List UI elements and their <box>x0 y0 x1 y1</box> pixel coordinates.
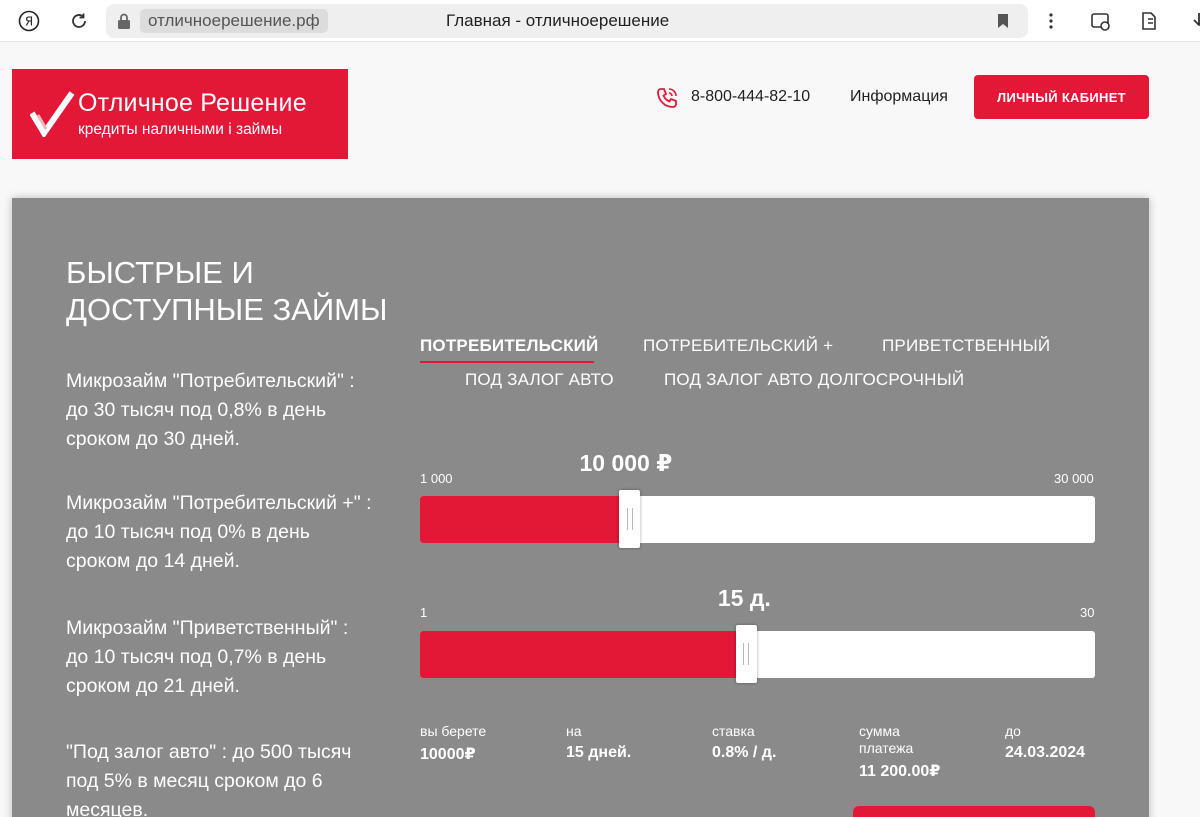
grip-icon <box>743 643 750 665</box>
summary-amount-value: 10000₽ <box>420 746 476 763</box>
address-host[interactable]: отличноерешение.рф <box>140 9 328 33</box>
download-icon[interactable] <box>1186 8 1200 34</box>
promo-line: до 10 тысяч под 0,7% в день <box>66 646 327 668</box>
info-link[interactable]: Информация <box>850 88 948 106</box>
site-logo[interactable]: Отличное Решение кредиты наличными і зай… <box>12 69 348 159</box>
term-slider-fill <box>420 631 746 678</box>
yandex-icon[interactable]: Я <box>16 8 42 34</box>
summary-payment-value: 11 200.00₽ <box>859 763 941 780</box>
summary-term-value: 15 дней. <box>566 744 632 761</box>
lock-icon <box>118 13 130 29</box>
menu-dots-icon[interactable] <box>1038 8 1064 34</box>
term-max-label: 30 <box>1080 605 1095 620</box>
promo-line: сроком до 21 дней. <box>66 675 240 697</box>
tab-consumer-plus[interactable]: ПОТРЕБИТЕЛЬСКИЙ + <box>643 336 833 356</box>
promo-item: Микрозайм "Потребительский" : до 30 тыся… <box>66 367 396 454</box>
term-slider-track[interactable] <box>420 631 1095 678</box>
cabinet-button[interactable]: ЛИЧНЫЙ КАБИНЕТ <box>974 75 1149 119</box>
promo-line: под 5% в месяц сроком до 6 <box>66 770 323 792</box>
reload-icon[interactable] <box>66 8 92 34</box>
term-min-label: 1 <box>420 605 428 620</box>
promo-item: "Под залог авто" : до 500 тысяч под 5% в… <box>66 738 396 817</box>
amount-slider-fill <box>420 496 630 543</box>
logo-name: Отличное Решение <box>78 89 307 117</box>
promo-item: Микрозайм "Потребительский +" : до 10 ты… <box>66 489 396 576</box>
browser-toolbar: Я отличноерешение.рф Главная - отличноер… <box>0 0 1200 42</box>
amount-slider-handle[interactable] <box>619 490 641 548</box>
reader-icon[interactable] <box>1137 8 1163 34</box>
svg-text:Я: Я <box>25 15 33 29</box>
amount-value: 10 000 ₽ <box>579 450 673 476</box>
amount-max-label: 30 000 <box>1054 471 1094 486</box>
apply-button[interactable] <box>853 806 1095 817</box>
tab-consumer[interactable]: ПОТРЕБИТЕЛЬСКИЙ <box>420 336 598 356</box>
promo-line: до 10 тысяч под 0% в день <box>66 521 310 543</box>
promo-line: Микрозайм "Приветственный" : <box>66 617 349 639</box>
promo-line: сроком до 14 дней. <box>66 550 240 572</box>
active-tab-underline <box>420 361 594 363</box>
tab-car-pledge[interactable]: ПОД ЗАЛОГ АВТО <box>465 370 614 390</box>
summary-due-value: 24.03.2024 <box>1005 744 1086 761</box>
grip-icon <box>626 508 633 530</box>
tab-welcome[interactable]: ПРИВЕТСТВЕННЫЙ <box>882 336 1050 356</box>
page-tab-title: Главная - отличноерешение <box>446 11 670 30</box>
promo-line: до 30 тысяч под 0,8% в день <box>66 399 327 421</box>
promo-line: Микрозайм "Потребительский" : <box>66 370 355 392</box>
promo-item: Микрозайм "Приветственный" : до 10 тысяч… <box>66 614 396 701</box>
checkmark-logo-icon <box>30 91 75 137</box>
header-phone[interactable]: 8-800-444-82-10 <box>691 88 810 106</box>
hero-heading: БЫСТРЫЕ И ДОСТУПНЫЕ ЗАЙМЫ <box>66 254 406 328</box>
hero-heading-line2: ДОСТУПНЫЕ ЗАЙМЫ <box>66 292 388 327</box>
bookmark-icon[interactable] <box>996 13 1010 29</box>
promo-line: Микрозайм "Потребительский +" : <box>66 492 372 514</box>
summary-rate-label: ставка <box>712 723 755 739</box>
screenshot-icon[interactable] <box>1088 8 1114 34</box>
promo-line: сроком до 30 дней. <box>66 428 240 450</box>
term-slider-handle[interactable] <box>735 625 757 683</box>
summary-term-label: на <box>566 723 582 739</box>
summary-payment-label: сумма платежа <box>859 723 914 756</box>
term-value: 15 д. <box>717 585 771 611</box>
promo-line: "Под залог авто" : до 500 тысяч <box>66 741 352 763</box>
summary-due-label: до <box>1005 723 1021 739</box>
hero-heading-line1: БЫСТРЫЕ И <box>66 255 254 290</box>
amount-min-label: 1 000 <box>420 471 453 486</box>
tab-car-pledge-long[interactable]: ПОД ЗАЛОГ АВТО ДОЛГОСРОЧНЫЙ <box>664 370 964 390</box>
summary-amount-label: вы берете <box>420 723 487 739</box>
amount-slider-track[interactable] <box>420 496 1095 543</box>
promo-line: месяцев. <box>66 799 149 817</box>
summary-rate-value: 0.8% / д. <box>712 744 777 761</box>
address-bar[interactable]: отличноерешение.рф Главная - отличноереш… <box>106 4 1028 38</box>
phone-icon <box>657 88 677 108</box>
logo-tagline: кредиты наличными і займы <box>78 121 283 138</box>
